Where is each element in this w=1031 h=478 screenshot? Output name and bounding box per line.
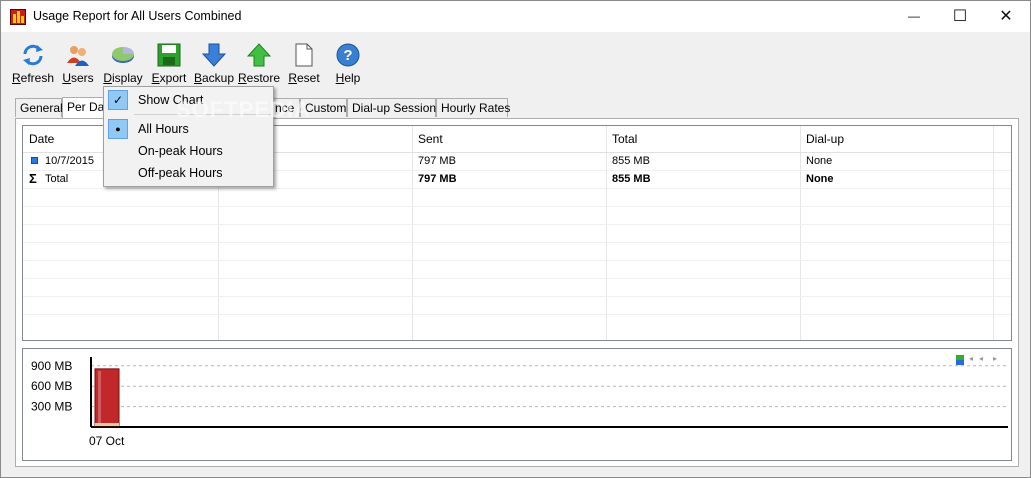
title-bar: Usage Report for All Users Combined — ☐ … [1, 1, 1030, 32]
column-separator [606, 126, 607, 340]
total-dial-up: None [806, 173, 834, 185]
row-total: 855 MB [612, 155, 650, 167]
users-icon [66, 43, 90, 67]
svg-text:?: ? [343, 47, 352, 64]
maximize-icon: ☐ [952, 8, 968, 25]
chart-scroll-mid-icon[interactable]: ◂ [979, 354, 983, 363]
users-label: Users [62, 71, 94, 85]
save-disk-icon [157, 43, 181, 67]
usage-chart: 900 MB 600 MB 300 MB 07 Oct ◂ ◂ ▸ [22, 348, 1012, 461]
total-total: 855 MB [612, 173, 651, 185]
arrow-up-icon [246, 43, 272, 67]
close-button[interactable]: ✕ [983, 1, 1029, 31]
y-tick-label: 300 MB [31, 400, 72, 414]
watermark-text: SOFTPEDIA [176, 97, 311, 122]
window-title: Usage Report for All Users Combined [33, 9, 242, 23]
export-button[interactable]: Export [151, 41, 187, 85]
menu-item-label: On-peak Hours [138, 144, 223, 158]
backup-label: Backup [193, 71, 235, 85]
column-separator [993, 126, 994, 340]
display-button[interactable]: Display [103, 41, 143, 85]
x-tick-label: 07 Oct [89, 434, 125, 448]
close-icon: ✕ [999, 8, 1013, 25]
help-icon: ? [336, 43, 360, 67]
chart-legend-icon[interactable] [956, 355, 964, 365]
row-divider [23, 296, 1011, 297]
export-label: Export [151, 71, 187, 85]
row-divider [23, 242, 1011, 243]
row-divider [23, 260, 1011, 261]
total-sent: 797 MB [418, 173, 457, 185]
backup-button[interactable]: Backup [193, 41, 235, 85]
row-sent: 797 MB [418, 155, 456, 167]
app-bar-chart-icon [10, 9, 26, 25]
row-date: 10/7/2015 [45, 155, 94, 167]
column-header-total[interactable]: Total [612, 132, 637, 146]
help-button[interactable]: ? Help [333, 41, 363, 85]
menu-item-label: Off-peak Hours [138, 166, 223, 180]
row-divider [23, 206, 1011, 207]
refresh-icon [21, 43, 45, 67]
row-divider [23, 224, 1011, 225]
tab-label: Dial-up Sessions [352, 101, 443, 115]
column-separator [412, 126, 413, 340]
refresh-label: Refresh [11, 71, 55, 85]
radio-dot-icon: ● [108, 119, 128, 139]
users-button[interactable]: Users [61, 41, 95, 85]
tab-label: General [20, 101, 63, 115]
menu-item-label: All Hours [138, 122, 189, 136]
row-dial-up: None [806, 155, 833, 167]
chart-bar-highlight [98, 370, 101, 425]
tab-per-day[interactable]: Per Da [62, 97, 106, 118]
menu-item-on-peak-hours[interactable]: On-peak Hours [106, 140, 272, 162]
refresh-button[interactable]: Refresh [11, 41, 55, 85]
reset-button[interactable]: Reset [287, 41, 321, 85]
blank-page-icon [292, 43, 316, 67]
total-label: Total [45, 173, 69, 185]
menu-item-off-peak-hours[interactable]: Off-peak Hours [106, 162, 272, 184]
column-header-date[interactable]: Date [29, 132, 54, 146]
display-label: Display [103, 71, 143, 85]
sum-icon: Σ [29, 171, 37, 186]
column-header-dial-up[interactable]: Dial-up [806, 132, 844, 146]
restore-button[interactable]: Restore [237, 41, 281, 85]
app-window: Usage Report for All Users Combined — ☐ … [0, 0, 1031, 478]
day-icon [31, 157, 38, 164]
tab-hourly-rates[interactable]: Hourly Rates [436, 98, 511, 117]
minimize-icon: — [908, 9, 920, 23]
restore-label: Restore [237, 71, 281, 85]
chart-bar-base [95, 423, 119, 426]
tab-dial-up-sessions[interactable]: Dial-up Sessions [347, 98, 442, 117]
y-tick-label: 900 MB [31, 359, 72, 373]
tab-label: Custom [305, 101, 347, 115]
chart-scroll-left-icon[interactable]: ◂ [969, 354, 973, 363]
tab-general[interactable]: General [15, 98, 63, 117]
maximize-button[interactable]: ☐ [937, 1, 983, 31]
display-icon [111, 43, 135, 67]
reset-label: Reset [288, 71, 320, 85]
help-label: Help [335, 71, 361, 85]
row-divider [23, 278, 1011, 279]
checkmark-icon: ✓ [108, 90, 128, 110]
tab-label: Hourly Rates [441, 101, 511, 115]
y-tick-label: 600 MB [31, 379, 72, 393]
chart-canvas: 900 MB 600 MB 300 MB 07 Oct [31, 357, 1008, 448]
row-divider [23, 188, 1011, 189]
column-header-sent[interactable]: Sent [418, 132, 443, 146]
minimize-button[interactable]: — [891, 1, 937, 31]
chart-scroll-right-icon[interactable]: ▸ [993, 354, 997, 363]
column-separator [800, 126, 801, 340]
tab-label: Per Da [67, 100, 105, 114]
row-divider [23, 314, 1011, 315]
arrow-down-icon [201, 43, 227, 67]
